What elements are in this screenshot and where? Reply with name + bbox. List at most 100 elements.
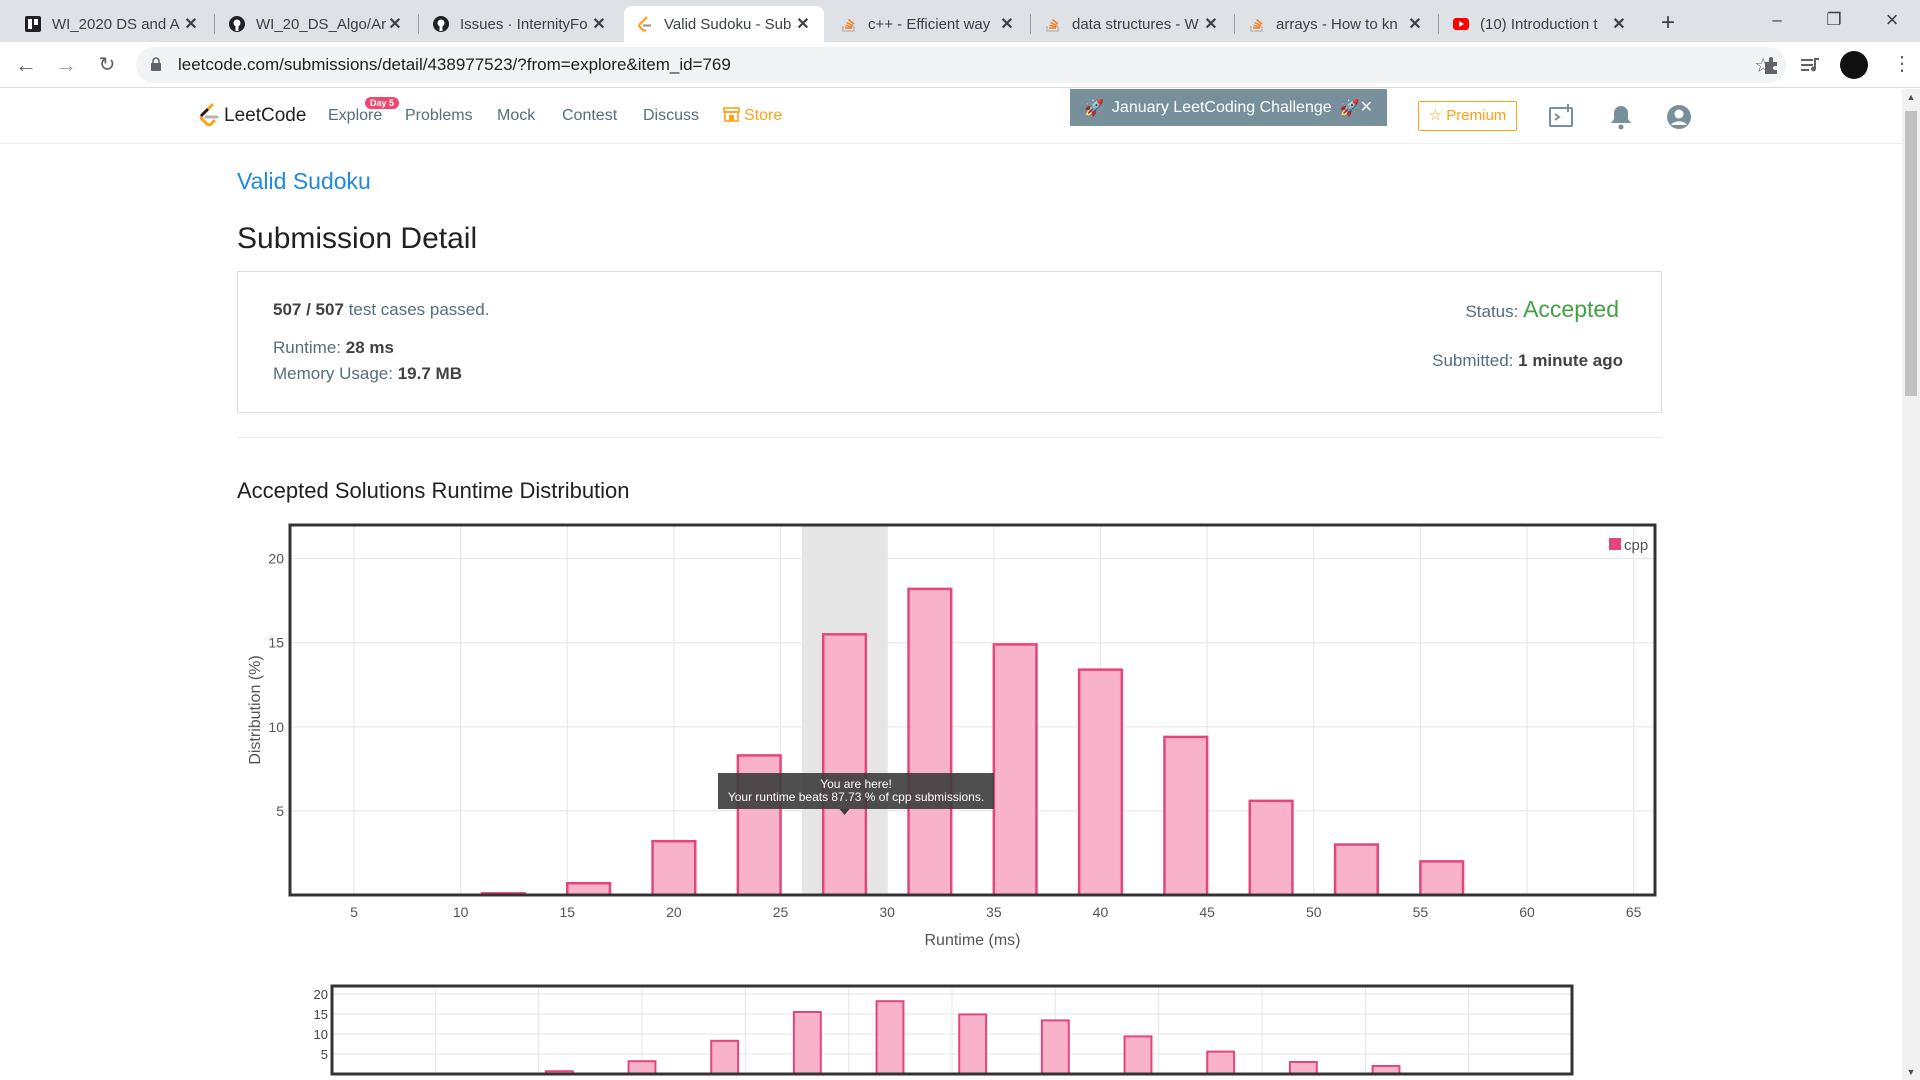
submission-summary-panel: 507 / 507 test cases passed. Runtime: 28… bbox=[237, 271, 1662, 413]
nav-contest[interactable]: Contest bbox=[562, 107, 617, 125]
new-tab-button[interactable]: + bbox=[1653, 8, 1683, 38]
page-scrollbar[interactable]: ▲ ▼ bbox=[1902, 89, 1920, 1080]
scroll-up-arrow[interactable]: ▲ bbox=[1902, 89, 1920, 105]
runtime-overview-chart[interactable]: 5 10 15 20 bbox=[290, 982, 1590, 1080]
overview-bar bbox=[958, 1013, 988, 1075]
scroll-down-arrow[interactable]: ▼ bbox=[1902, 1064, 1920, 1080]
store-icon bbox=[723, 107, 740, 122]
back-button[interactable]: ← bbox=[10, 49, 42, 81]
section-divider bbox=[237, 437, 1662, 438]
challenge-banner[interactable]: 🚀 January LeetCoding Challenge 🚀 ✕ bbox=[1070, 89, 1387, 126]
forward-button[interactable]: → bbox=[50, 49, 82, 81]
browser-menu-icon[interactable]: ⋮ bbox=[1892, 54, 1912, 74]
x-tick-label: 60 bbox=[1519, 904, 1535, 920]
browser-tab[interactable]: (10) Introduction t ✕ bbox=[1440, 6, 1640, 42]
browser-tab[interactable]: data structures - W ✕ bbox=[1032, 6, 1232, 42]
x-tick-label: 50 bbox=[1306, 904, 1322, 920]
overview-bar bbox=[1040, 1019, 1070, 1075]
close-window-button[interactable]: × bbox=[1872, 6, 1912, 34]
stackoverflow-icon bbox=[840, 15, 858, 33]
leetcode-logo-icon bbox=[199, 103, 219, 127]
distribution-bar bbox=[821, 633, 868, 897]
distribution-bar bbox=[907, 587, 953, 897]
profile-avatar[interactable] bbox=[1840, 51, 1868, 79]
browser-tab-title: Issues · InternityFo bbox=[460, 15, 588, 33]
overview-y-tick-label: 10 bbox=[314, 1027, 328, 1042]
submitted-line: Submitted: 1 minute ago bbox=[1432, 351, 1623, 371]
runtime-label: Runtime: bbox=[273, 338, 342, 357]
browser-tab[interactable]: Valid Sudoku - Sub ✕ bbox=[624, 6, 824, 42]
tab-separator bbox=[1234, 14, 1235, 34]
premium-button[interactable]: ☆ Premium bbox=[1418, 101, 1517, 131]
media-controls-icon[interactable] bbox=[1798, 52, 1824, 78]
close-tab-icon[interactable]: ✕ bbox=[998, 14, 1016, 34]
distribution-bar bbox=[1333, 843, 1379, 897]
browser-tab[interactable]: WI_2020 DS and A ✕ bbox=[12, 6, 212, 42]
browser-tab[interactable]: c++ - Efficient way ✕ bbox=[828, 6, 1028, 42]
memory-line: Memory Usage: 19.7 MB bbox=[273, 364, 462, 384]
browser-tab[interactable]: arrays - How to kn ✕ bbox=[1236, 6, 1436, 42]
close-tab-icon[interactable]: ✕ bbox=[1406, 14, 1424, 34]
runtime-line: Runtime: 28 ms bbox=[273, 338, 394, 358]
legend-label: cpp bbox=[1624, 537, 1648, 554]
y-tick-label: 15 bbox=[268, 635, 284, 651]
browser-tab-title: data structures - W bbox=[1072, 15, 1199, 33]
browser-tab-title: (10) Introduction t bbox=[1480, 15, 1598, 33]
x-tick-label: 15 bbox=[559, 904, 575, 920]
distribution-bar bbox=[1419, 860, 1465, 897]
nav-discuss[interactable]: Discuss bbox=[643, 107, 699, 125]
tab-separator bbox=[418, 14, 419, 34]
user-account-icon[interactable] bbox=[1665, 103, 1693, 131]
rocket-icon: 🚀 bbox=[1084, 99, 1104, 117]
close-tab-icon[interactable]: ✕ bbox=[1610, 14, 1628, 34]
overview-y-tick-label: 5 bbox=[321, 1047, 328, 1062]
memory-label: Memory Usage: bbox=[273, 364, 393, 383]
close-banner-icon[interactable]: ✕ bbox=[1360, 97, 1373, 117]
leetcode-navbar: LeetCode Explore Day 5 Problems Mock Con… bbox=[0, 89, 1902, 144]
browser-toolbar: ← → ↻ leetcode.com/submissions/detail/43… bbox=[0, 42, 1920, 88]
x-tick-label: 20 bbox=[666, 904, 682, 920]
x-tick-label: 25 bbox=[773, 904, 789, 920]
nav-mock[interactable]: Mock bbox=[497, 107, 535, 125]
extensions-icon[interactable] bbox=[1759, 52, 1785, 78]
browser-tab[interactable]: WI_20_DS_Algo/Ar ✕ bbox=[216, 6, 416, 42]
close-tab-icon[interactable]: ✕ bbox=[794, 14, 812, 34]
nav-problems[interactable]: Problems bbox=[405, 107, 473, 125]
nav-store[interactable]: Store bbox=[723, 107, 782, 125]
problem-title-link[interactable]: Valid Sudoku bbox=[237, 168, 371, 195]
overview-bar bbox=[1206, 1050, 1236, 1075]
close-tab-icon[interactable]: ✕ bbox=[1202, 14, 1220, 34]
leetcode-icon bbox=[636, 15, 654, 33]
playground-icon[interactable] bbox=[1548, 103, 1576, 131]
close-tab-icon[interactable]: ✕ bbox=[590, 14, 608, 34]
browser-tab-title: WI_2020 DS and A bbox=[52, 15, 180, 33]
runtime-value: 28 ms bbox=[345, 338, 394, 357]
nav-explore[interactable]: Explore bbox=[328, 107, 382, 125]
address-bar[interactable]: leetcode.com/submissions/detail/43897752… bbox=[136, 47, 1786, 83]
store-label: Store bbox=[744, 107, 783, 124]
test-cases-count: 507 / 507 bbox=[273, 300, 344, 319]
stackoverflow-icon bbox=[1044, 15, 1062, 33]
close-tab-icon[interactable]: ✕ bbox=[386, 14, 404, 34]
memory-value: 19.7 MB bbox=[397, 364, 462, 383]
leetcode-logo[interactable]: LeetCode bbox=[198, 103, 306, 129]
y-tick-label: 20 bbox=[268, 551, 284, 567]
restore-button[interactable]: ❐ bbox=[1814, 6, 1854, 34]
test-cases-line: 507 / 507 test cases passed. bbox=[273, 300, 489, 320]
scrollbar-thumb[interactable] bbox=[1905, 111, 1917, 396]
overview-y-tick-label: 15 bbox=[314, 1007, 328, 1022]
lock-icon bbox=[151, 57, 161, 71]
notification-bell-icon[interactable] bbox=[1607, 103, 1635, 131]
minimize-button[interactable]: – bbox=[1757, 6, 1797, 34]
browser-tab[interactable]: Issues · InternityFo ✕ bbox=[420, 6, 620, 42]
runtime-distribution-chart[interactable]: 5 10 15 20 25 30 35 40 45 50 55 60 65 5 10 15 20 Runtime … bbox=[230, 515, 1670, 955]
overview-y-tick-label: 20 bbox=[314, 987, 328, 1002]
page-title: Submission Detail bbox=[237, 222, 478, 255]
close-tab-icon[interactable]: ✕ bbox=[182, 14, 200, 34]
youtube-icon bbox=[1452, 15, 1470, 33]
distribution-bar bbox=[651, 839, 697, 897]
github-icon bbox=[228, 15, 246, 33]
tab-separator bbox=[1030, 14, 1031, 34]
reload-button[interactable]: ↻ bbox=[91, 49, 123, 81]
y-axis-label: Distribution (%) bbox=[247, 655, 264, 764]
